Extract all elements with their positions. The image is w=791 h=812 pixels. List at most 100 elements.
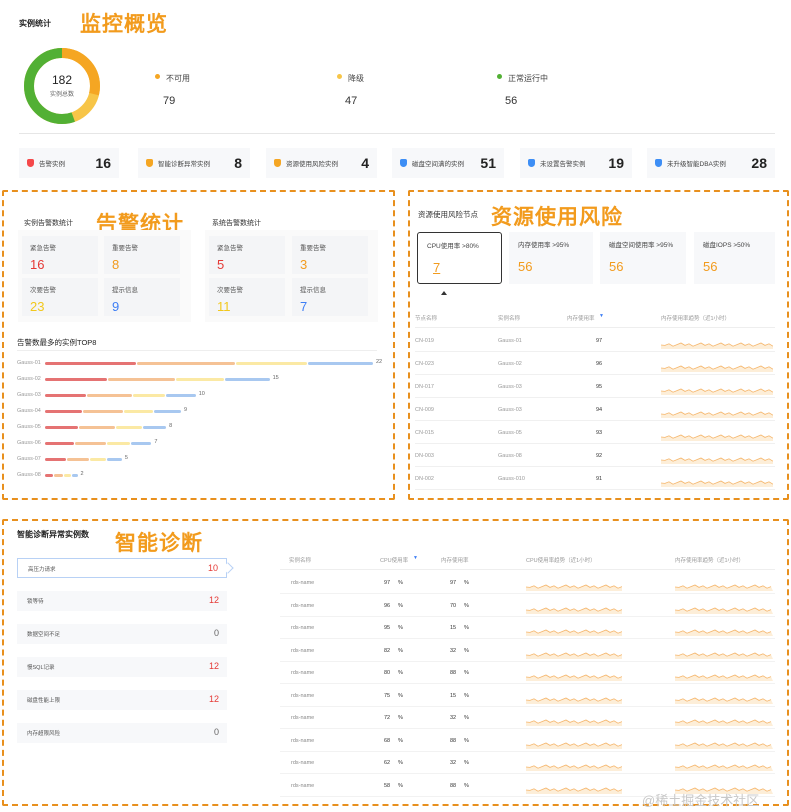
bar-segment xyxy=(45,458,66,461)
instance-name: Gauss-08 xyxy=(17,472,41,478)
diagnosis-item[interactable]: 磁盘性能上限 12 xyxy=(17,690,227,710)
sparkline-chart xyxy=(660,434,774,441)
instance-alarm-info[interactable]: 提示信息 9 xyxy=(104,278,180,316)
table-row[interactable]: rds-name 72% 32% xyxy=(280,707,775,729)
cpu-trend-sparkline xyxy=(525,646,623,659)
stat-card-disk-full-instances[interactable]: 磁盘空间满的实例 51 xyxy=(392,148,504,178)
table-row[interactable]: CN-009 Gauss-03 94 xyxy=(415,399,775,421)
instance-name: rds-name xyxy=(291,715,315,721)
bar-value: 8 xyxy=(169,423,173,429)
table-row[interactable]: rds-name 62% 32% xyxy=(280,752,775,774)
col-cpu-trend[interactable]: CPU使用率趋势（近1小时） xyxy=(526,556,596,564)
diagnosis-item[interactable]: 慢SQL记录 12 xyxy=(17,657,227,677)
cpu-usage: 68 xyxy=(384,737,391,744)
percent-sign: % xyxy=(398,737,403,744)
table-row[interactable]: CN-015 Gauss-05 93 xyxy=(415,422,775,444)
cpu-usage: 75 xyxy=(384,692,391,699)
percent-sign: % xyxy=(464,602,469,609)
top8-bar-row[interactable]: Gauss-01 22 xyxy=(17,359,397,370)
resource-value: 7 xyxy=(433,260,441,275)
col-memory-usage[interactable]: 内存使用率 xyxy=(567,314,595,322)
diagnosis-item[interactable]: 高压力请求 10 xyxy=(17,558,234,578)
table-row[interactable]: rds-name 95% 15% xyxy=(280,617,775,639)
cpu-usage: 95 xyxy=(384,625,391,631)
instance-name: Gauss-02 xyxy=(498,361,522,367)
legend-normal[interactable]: 正常运行中 56 xyxy=(497,68,548,107)
system-alarm-minor[interactable]: 次要告警 11 xyxy=(209,278,285,316)
cpu-usage: 96 xyxy=(384,602,391,609)
resource-value: 56 xyxy=(703,259,718,274)
resource-card-memory[interactable]: 内存使用率 >95% 56 xyxy=(509,232,593,284)
sparkline-chart xyxy=(674,607,773,614)
top8-bar-row[interactable]: Gauss-02 15 xyxy=(17,375,397,386)
col-cpu-usage[interactable]: CPU使用率 xyxy=(380,556,408,564)
table-row[interactable]: DN-017 Gauss-03 95 xyxy=(415,376,775,398)
memory-trend-sparkline xyxy=(674,781,773,794)
col-memory-trend[interactable]: 内存使用率趋势（近1小时） xyxy=(675,556,744,564)
table-row[interactable]: CN-023 Gauss-02 96 xyxy=(415,353,775,375)
cpu-usage: 62 xyxy=(384,760,391,766)
node-name: DN-017 xyxy=(415,384,434,390)
sparkline-chart xyxy=(674,742,773,749)
table-row[interactable]: rds-name 75% 15% xyxy=(280,685,775,707)
stat-value: 51 xyxy=(480,155,496,171)
sort-icon[interactable]: ▼ xyxy=(599,313,604,319)
table-row[interactable]: rds-name 97% 97% xyxy=(280,572,775,594)
diagnosis-item[interactable]: 数据空间不足 0 xyxy=(17,624,227,644)
stat-card-no-alarm-instances[interactable]: 未设置告警实例 19 xyxy=(520,148,632,178)
table-row[interactable]: rds-name 96% 70% xyxy=(280,595,775,617)
resource-card-disk-space[interactable]: 磁盘空间使用率 >95% 56 xyxy=(600,232,686,284)
instance-alarm-minor[interactable]: 次要告警 23 xyxy=(22,278,98,316)
resource-card-disk-iops[interactable]: 磁盘IOPS >50% 56 xyxy=(694,232,775,284)
resource-label: 磁盘空间使用率 >95% xyxy=(609,242,674,249)
top8-bar-row[interactable]: Gauss-03 10 xyxy=(17,391,397,402)
sort-icon[interactable]: ▼ xyxy=(413,555,418,561)
instance-name: rds-name xyxy=(291,670,315,676)
top8-bar-row[interactable]: Gauss-05 8 xyxy=(17,423,397,434)
col-memory-trend[interactable]: 内存使用率趋势（近1小时） xyxy=(661,314,730,322)
table-row[interactable]: rds-name 80% 88% xyxy=(280,662,775,684)
col-memory-usage[interactable]: 内存使用率 xyxy=(441,556,469,564)
instance-alarm-major[interactable]: 重要告警 8 xyxy=(104,236,180,274)
system-alarm-critical[interactable]: 紧急告警 5 xyxy=(209,236,285,274)
legend-degraded[interactable]: 降级 47 xyxy=(337,68,364,107)
table-row[interactable]: DN-002 Gauss-010 91 xyxy=(415,468,775,490)
diagnosis-label: 数据空间不足 xyxy=(27,632,61,638)
stat-value: 8 xyxy=(234,155,242,171)
memory-trend-sparkline xyxy=(674,668,773,681)
legend-unavailable[interactable]: 不可用 79 xyxy=(155,68,190,107)
diagnosis-label: 慢SQL记录 xyxy=(27,665,55,671)
table-row[interactable]: DN-003 Gauss-08 92 xyxy=(415,445,775,467)
sparkline-chart xyxy=(525,652,623,659)
stat-card-diagnosis-instances[interactable]: 智能诊断异常实例 8 xyxy=(138,148,250,178)
diagnosis-item[interactable]: 锁等待 12 xyxy=(17,591,227,611)
instance-alarm-critical[interactable]: 紧急告警 16 xyxy=(22,236,98,274)
disk-icon xyxy=(400,159,407,167)
instance-name: rds-name xyxy=(291,647,315,654)
memory-trend-sparkline xyxy=(660,359,774,372)
top8-bar-row[interactable]: Gauss-08 2 xyxy=(17,471,397,482)
alarm-label: 提示信息 xyxy=(300,287,326,294)
stat-card-dba-not-upgraded[interactable]: 未升级智能DBA实例 28 xyxy=(647,148,775,178)
bar-segment xyxy=(45,394,87,397)
alert-icon xyxy=(27,159,34,167)
top8-bar-row[interactable]: Gauss-04 9 xyxy=(17,407,397,418)
top8-bar-row[interactable]: Gauss-06 7 xyxy=(17,439,397,450)
stat-card-risk-instances[interactable]: 资源使用风险实例 4 xyxy=(266,148,377,178)
system-alarm-info[interactable]: 提示信息 7 xyxy=(292,278,368,316)
diagnosis-label: 磁盘性能上限 xyxy=(27,698,61,704)
bar-segment xyxy=(66,458,89,461)
table-row[interactable]: rds-name 82% 32% xyxy=(280,640,775,662)
caret-up-icon xyxy=(441,291,447,295)
col-node-name: 节点名称 xyxy=(415,316,438,322)
stacked-bar xyxy=(45,474,79,477)
system-alarm-major[interactable]: 重要告警 3 xyxy=(292,236,368,274)
resource-card-cpu[interactable]: CPU使用率 >80% 7 xyxy=(417,232,502,284)
table-row[interactable]: rds-name 68% 88% xyxy=(280,730,775,752)
stat-card-alert-instances[interactable]: 告警实例 16 xyxy=(19,148,119,178)
cpu-usage: 58 xyxy=(384,782,391,789)
top8-bar-row[interactable]: Gauss-07 5 xyxy=(17,455,397,466)
table-row[interactable]: CN-019 Gauss-01 97 xyxy=(415,330,775,352)
diagnosis-item[interactable]: 内存超限风险 0 xyxy=(17,723,227,743)
instance-name: Gauss-03 xyxy=(17,392,41,398)
